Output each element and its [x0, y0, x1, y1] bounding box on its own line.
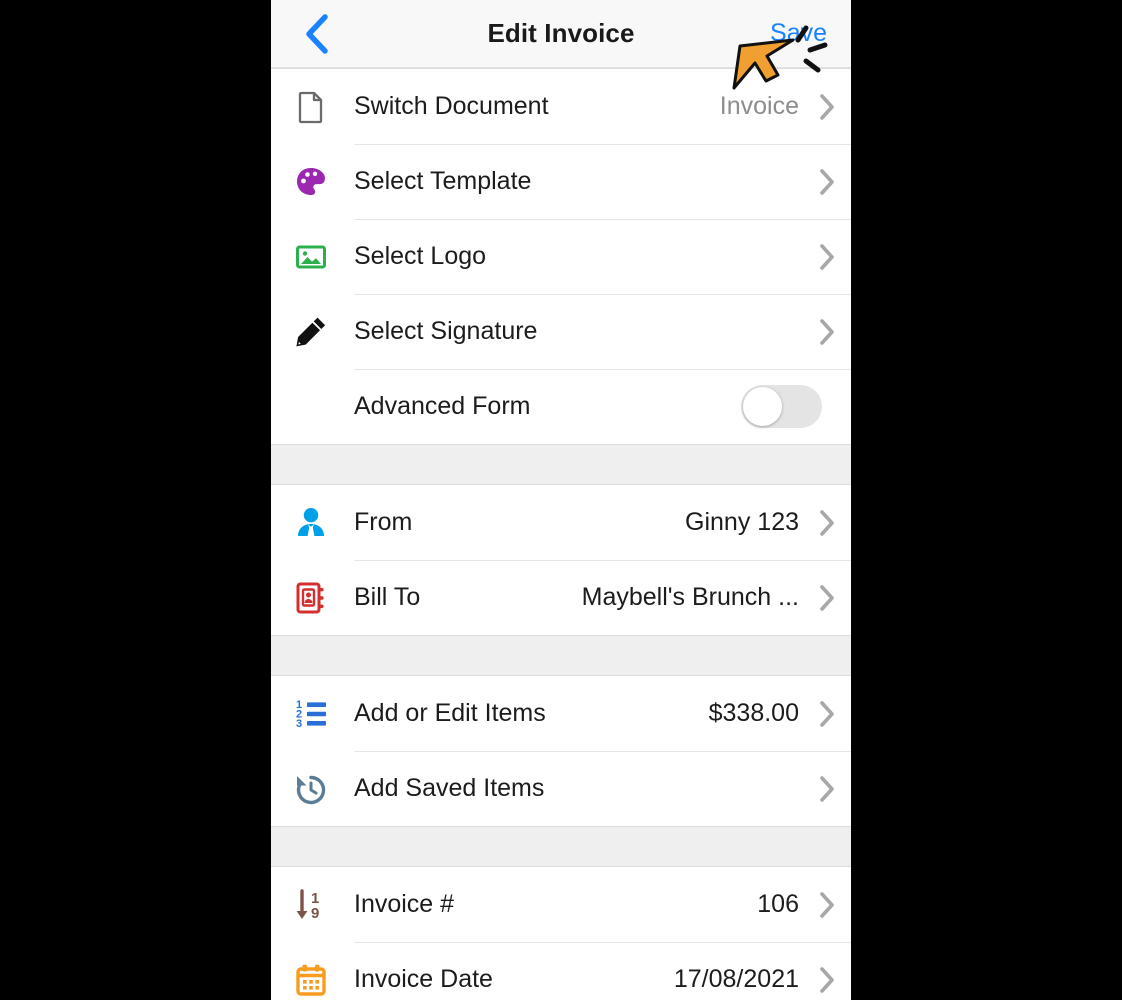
sort-numeric-icon: 19	[293, 887, 354, 923]
list-item-label: Advanced Form	[354, 392, 531, 420]
list-item[interactable]: Add Saved Items	[271, 751, 851, 826]
history-icon	[293, 771, 354, 807]
list-item-value: 106	[757, 890, 799, 918]
list-item-value: Maybell's Brunch ...	[581, 583, 799, 611]
save-button[interactable]: Save	[770, 0, 827, 67]
chevron-right-icon	[811, 583, 843, 613]
document-icon	[293, 89, 354, 125]
section-separator	[271, 827, 851, 866]
chevron-right-icon	[811, 317, 843, 347]
list-item-label: From	[354, 508, 413, 536]
page-title: Edit Invoice	[487, 18, 635, 48]
numbered-list-icon: 123	[293, 696, 354, 732]
list-item-label: Select Signature	[354, 317, 538, 345]
chevron-right-icon	[811, 965, 843, 995]
list-item-label: Select Logo	[354, 242, 487, 270]
address-book-icon	[293, 580, 354, 616]
pencil-icon	[293, 314, 354, 350]
person-tie-icon	[293, 505, 354, 541]
chevron-right-icon	[811, 92, 843, 122]
svg-text:9: 9	[311, 905, 319, 922]
screen: Edit Invoice Save Switch Document Invoice…	[0, 0, 1122, 1000]
settings-list: Switch Document Invoice Select Template Sel…	[271, 68, 851, 1000]
list-item[interactable]: Advanced Form	[271, 369, 851, 444]
list-item-label: Add Saved Items	[354, 774, 545, 802]
list-item-label: Invoice Date	[354, 965, 493, 993]
chevron-right-icon	[811, 242, 843, 272]
list-item[interactable]: Bill To Maybell's Brunch ...	[271, 560, 851, 635]
list-item-value: Invoice	[719, 92, 799, 120]
chevron-right-icon	[811, 508, 843, 538]
list-item-label: Select Template	[354, 167, 532, 195]
chevron-right-icon	[811, 167, 843, 197]
list-item-value: 17/08/2021	[673, 965, 799, 993]
section-parties: From Ginny 123 Bill To Maybell's Brunch ...	[271, 484, 851, 636]
list-item[interactable]: Select Signature	[271, 294, 851, 369]
list-item[interactable]: 1 9 Invoice # 106	[271, 867, 851, 942]
list-item[interactable]: Invoice Date 17/08/2021	[271, 942, 851, 1000]
image-icon	[293, 239, 354, 275]
list-item[interactable]: From Ginny 123	[271, 485, 851, 560]
section-items: 1 2 3 Add or Edit Items $338.00 Add Saved Ite…	[271, 675, 851, 827]
list-item-label: Bill To	[354, 583, 421, 611]
list-item[interactable]: 1 2 3 Add or Edit Items $338.00	[271, 676, 851, 751]
section-document-settings: Switch Document Invoice Select Template Sel…	[271, 68, 851, 445]
navigation-bar: Edit Invoice Save	[271, 0, 851, 68]
list-item-label: Invoice #	[354, 890, 455, 918]
toggle-knob	[743, 387, 782, 426]
palette-icon	[293, 164, 354, 200]
chevron-right-icon	[811, 774, 843, 804]
chevron-right-icon	[811, 890, 843, 920]
back-button[interactable]	[289, 0, 345, 67]
section-separator	[271, 445, 851, 484]
list-item-label: Switch Document	[354, 92, 549, 120]
chevron-left-icon	[304, 13, 330, 55]
list-item-value: Ginny 123	[685, 508, 799, 536]
list-item[interactable]: Select Logo	[271, 219, 851, 294]
svg-text:3: 3	[296, 717, 302, 729]
app-panel: Edit Invoice Save Switch Document Invoice…	[271, 0, 851, 1000]
list-item[interactable]: Select Template	[271, 144, 851, 219]
advanced-form-toggle[interactable]	[741, 385, 822, 428]
list-item[interactable]: Switch Document Invoice	[271, 69, 851, 144]
list-item-value: $338.00	[708, 699, 799, 727]
section-invoice-meta: 1 9 Invoice # 106 Invoice Date 17/08/2021	[271, 866, 851, 1000]
chevron-right-icon	[811, 699, 843, 729]
list-item-label: Add or Edit Items	[354, 699, 546, 727]
calendar-icon	[293, 962, 354, 998]
section-separator	[271, 636, 851, 675]
